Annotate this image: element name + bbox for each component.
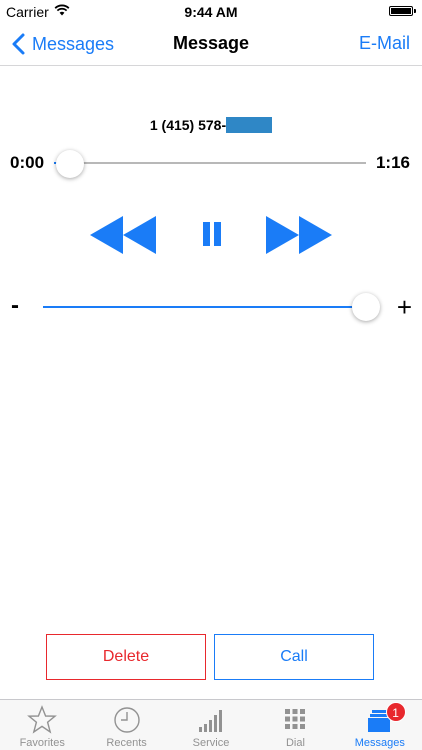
volume-minus-label: - [11,292,19,319]
email-button[interactable]: E-Mail [359,33,410,54]
rewind-button[interactable] [90,216,156,254]
back-button[interactable]: Messages [10,30,114,58]
tab-bar: Favorites Recents Service Dial 1 Message… [0,699,422,750]
playback-progress-track[interactable] [54,162,366,164]
tab-messages[interactable]: 1 Messages [338,700,422,750]
pause-button[interactable] [203,222,221,246]
tab-dial[interactable]: Dial [253,700,337,750]
back-button-label: Messages [32,33,115,54]
navigation-bar: Messages Message E-Mail [0,22,422,66]
call-button[interactable]: Call [214,634,374,680]
tab-favorites-label: Favorites [19,737,65,749]
signal-bars-icon [199,710,223,732]
delete-button[interactable]: Delete [46,634,206,680]
tab-service-label: Service [192,737,230,749]
volume-slider-fill [43,306,362,308]
tab-service[interactable]: Service [169,700,253,750]
volume-slider-track[interactable] [43,306,365,308]
elapsed-time: 0:00 [10,153,45,172]
star-icon [27,705,58,734]
status-bar: Carrier 9:44 AM [0,0,422,22]
caller-number-text: 1 (415) 578- [149,117,227,133]
total-duration: 1:16 [375,153,410,172]
messages-badge: 1 [385,702,406,722]
tab-dial-label: Dial [285,737,305,749]
battery-icon [389,6,416,16]
chevron-left-icon [12,33,25,55]
keypad-icon [285,709,306,729]
tab-recents[interactable]: Recents [84,700,168,750]
fast-forward-button[interactable] [266,216,332,254]
clock-icon [113,707,140,733]
playback-progress-thumb[interactable] [56,150,84,178]
volume-plus-label: + [396,292,412,322]
tab-recents-label: Recents [106,737,147,749]
tab-favorites[interactable]: Favorites [0,700,84,750]
caller-number: 1 (415) 578- [0,117,422,133]
redacted-digits [226,117,273,133]
status-time: 9:44 AM [184,4,238,20]
volume-slider-thumb[interactable] [352,293,380,321]
tab-messages-label: Messages [354,737,405,749]
